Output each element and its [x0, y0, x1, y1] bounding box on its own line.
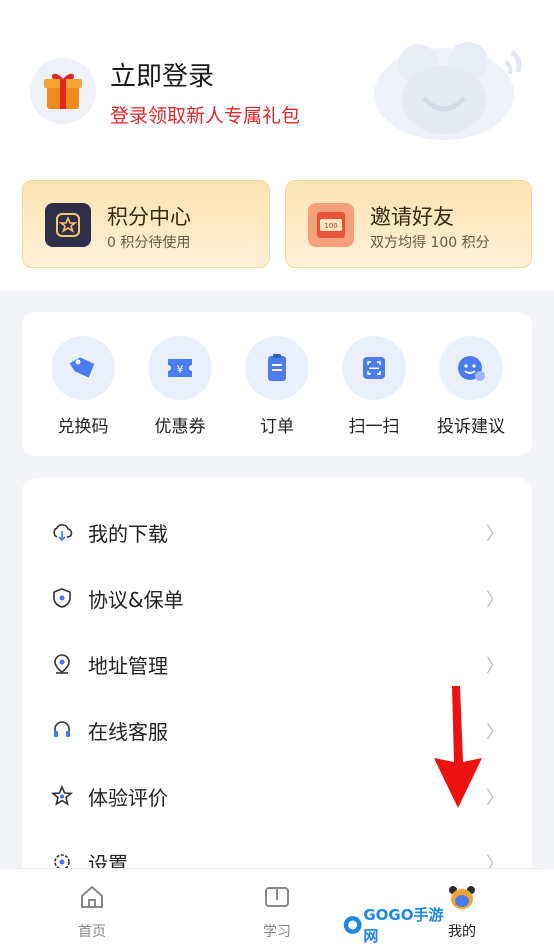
quick-action-label: 扫一扫	[348, 417, 400, 437]
watermark-logo-icon	[343, 916, 362, 934]
quick-action-label: 优惠券	[154, 417, 206, 437]
invite-friends-card[interactable]: 100 邀请好友 双方均得 100 积分	[285, 180, 532, 268]
scan-icon	[363, 357, 385, 379]
coupon-icon: ¥	[168, 359, 192, 377]
shield-icon	[53, 588, 71, 608]
menu-item-label: 协议&保单	[88, 588, 184, 612]
quick-action-label: 兑换码	[57, 417, 109, 437]
red-envelope-icon: 100	[308, 203, 354, 247]
quick-action-scan[interactable]: 扫一扫	[329, 336, 419, 437]
quick-action-coupon[interactable]: ¥ 优惠券	[135, 336, 225, 437]
profile-icon	[449, 886, 475, 909]
menu-item-label: 在线客服	[88, 720, 168, 744]
chevron-right-icon: 〉	[486, 590, 504, 611]
login-title[interactable]: 立即登录	[110, 56, 214, 93]
cloud-download-icon	[53, 524, 73, 542]
quick-action-redeem-code[interactable]: 兑换码	[38, 336, 128, 437]
watermark-text: GOGO手游网	[363, 906, 444, 945]
chevron-right-icon: 〉	[486, 788, 504, 809]
invite-subtitle: 双方均得 100 积分	[370, 235, 490, 251]
chevron-right-icon: 〉	[486, 722, 504, 743]
avatar[interactable]	[30, 58, 96, 124]
quick-action-orders[interactable]: 订单	[232, 336, 322, 437]
menu-item-label: 我的下载	[88, 522, 168, 546]
menu-item-label: 地址管理	[88, 654, 168, 678]
order-icon	[268, 354, 286, 381]
watermark: GOGO手游网	[342, 906, 448, 945]
menu-item-label: 体验评价	[88, 786, 168, 810]
chevron-right-icon: 〉	[486, 656, 504, 677]
tab-label: 首页	[78, 924, 106, 940]
star-badge-icon	[45, 203, 91, 247]
tab-label: 学习	[263, 924, 291, 940]
quick-action-feedback[interactable]: 投诉建议	[426, 336, 516, 437]
quick-action-label: 订单	[260, 417, 294, 437]
quick-actions-panel: 兑换码 ¥ 优惠券 订单 扫一扫 投诉建议	[22, 312, 532, 456]
red-arrow-annotation	[434, 686, 482, 808]
points-center-card[interactable]: 积分中心 0 积分待使用	[22, 180, 270, 268]
chevron-right-icon: 〉	[486, 524, 504, 545]
menu-item-downloads[interactable]: 我的下载 〉	[22, 500, 532, 566]
location-icon	[54, 654, 70, 674]
points-subtitle: 0 积分待使用	[107, 235, 191, 251]
invite-title: 邀请好友	[370, 205, 454, 229]
login-subtitle[interactable]: 登录领取新人专属礼包	[110, 101, 300, 128]
mascot-illustration	[374, 42, 522, 140]
tab-study[interactable]: 学习	[237, 883, 317, 941]
quick-action-label: 投诉建议	[437, 417, 505, 437]
bottom-tab-bar: 首页 学习 我的	[0, 868, 554, 949]
star-icon	[51, 785, 73, 806]
profile-header: 立即登录 登录领取新人专属礼包 积分中心 0 积分待使用 100 邀请好友 双方…	[0, 0, 554, 290]
headset-icon	[54, 721, 70, 737]
tab-home[interactable]: 首页	[52, 883, 132, 941]
svg-text:¥: ¥	[177, 363, 184, 376]
book-icon	[265, 887, 289, 907]
tag-icon	[69, 357, 95, 378]
home-icon	[81, 886, 103, 908]
ticket-value: 100	[324, 222, 337, 230]
menu-item-agreements[interactable]: 协议&保单 〉	[22, 566, 532, 632]
gift-icon	[44, 73, 82, 109]
points-title: 积分中心	[107, 205, 191, 229]
feedback-icon	[458, 356, 485, 381]
